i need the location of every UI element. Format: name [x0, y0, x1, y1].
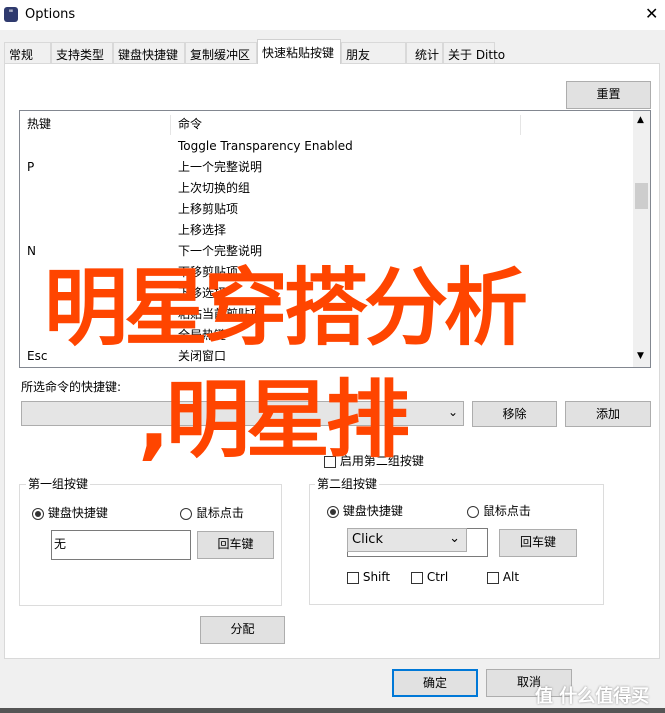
tab-friends[interactable]: 朋友 — [341, 42, 406, 63]
title-bar — [0, 0, 665, 30]
column-header-hotkey[interactable]: 热键 — [20, 115, 171, 135]
hotkey-cell[interactable] — [27, 136, 167, 157]
assign-button[interactable]: 分配 — [200, 616, 285, 644]
close-icon[interactable]: ✕ — [645, 4, 658, 23]
tab-copy-buffer[interactable]: 复制缓冲区 — [185, 42, 257, 63]
list-scrollbar[interactable]: ▲ ▼ — [633, 111, 650, 367]
group2-title: 第二组按键 — [315, 475, 380, 492]
command-cell[interactable]: 上一个完整说明 — [178, 157, 518, 178]
command-cell[interactable]: Toggle Transparency Enabled — [178, 136, 518, 157]
group1-title: 第一组按键 — [26, 475, 91, 492]
hotkey-cell[interactable] — [27, 220, 167, 241]
chevron-down-icon: ⌄ — [449, 531, 460, 546]
scroll-down-icon[interactable]: ▼ — [637, 351, 644, 361]
bottom-edge — [0, 708, 665, 713]
reset-button[interactable]: 重置 — [566, 81, 651, 109]
group1-enter-button[interactable]: 回车键 — [197, 531, 274, 559]
chevron-down-icon: ⌄ — [447, 405, 458, 419]
scroll-up-icon[interactable]: ▲ — [637, 115, 644, 125]
hotkey-cell[interactable]: P — [27, 157, 167, 178]
shift-checkbox[interactable]: Shift — [347, 570, 390, 584]
watermark-logo: 值 什么值得买 — [535, 686, 650, 707]
ok-button[interactable]: 确定 — [392, 669, 478, 697]
scroll-thumb[interactable] — [635, 183, 648, 209]
group2-mouse-select[interactable]: Click ⌄ — [347, 528, 467, 552]
alt-checkbox[interactable]: Alt — [487, 570, 519, 584]
command-cell[interactable]: 上移剪贴项 — [178, 199, 518, 220]
column-header-command[interactable]: 命令 — [171, 115, 521, 135]
overlay-headline-line1: 明星穿搭分析 — [44, 259, 528, 357]
group2-radio-mouse[interactable]: 鼠标点击 — [467, 502, 531, 519]
hotkey-cell[interactable] — [27, 199, 167, 220]
tab-keyboard-shortcuts[interactable]: 键盘快捷键 — [113, 42, 185, 63]
tab-supported-types[interactable]: 支持类型 — [51, 42, 113, 63]
tab-stats[interactable]: 统计 — [406, 42, 443, 63]
window-title: Options — [25, 7, 76, 22]
ctrl-checkbox[interactable]: Ctrl — [411, 570, 448, 584]
hotkey-cell[interactable] — [27, 178, 167, 199]
group2-radio-keyboard[interactable]: 键盘快捷键 — [327, 502, 403, 519]
group2-enter-button[interactable]: 回车键 — [499, 529, 577, 557]
overlay-headline-line2: ,明星排 — [138, 371, 410, 469]
tab-quick-paste-keys[interactable]: 快速粘贴按键 — [257, 39, 341, 64]
group1-key-input[interactable]: 无 — [51, 530, 191, 560]
selected-shortcut-label: 所选命令的快捷键: — [21, 380, 122, 394]
group1-radio-keyboard[interactable]: 键盘快捷键 — [32, 504, 108, 521]
add-button[interactable]: 添加 — [565, 401, 651, 427]
tab-about[interactable]: 关于 Ditto — [443, 42, 505, 63]
tab-general[interactable]: 常规 — [4, 42, 51, 63]
command-cell[interactable]: 上移选择 — [178, 220, 518, 241]
remove-button[interactable]: 移除 — [472, 401, 557, 427]
command-cell[interactable]: 上次切换的组 — [178, 178, 518, 199]
group1-radio-mouse[interactable]: 鼠标点击 — [180, 504, 244, 521]
ditto-app-icon: " — [4, 7, 18, 22]
